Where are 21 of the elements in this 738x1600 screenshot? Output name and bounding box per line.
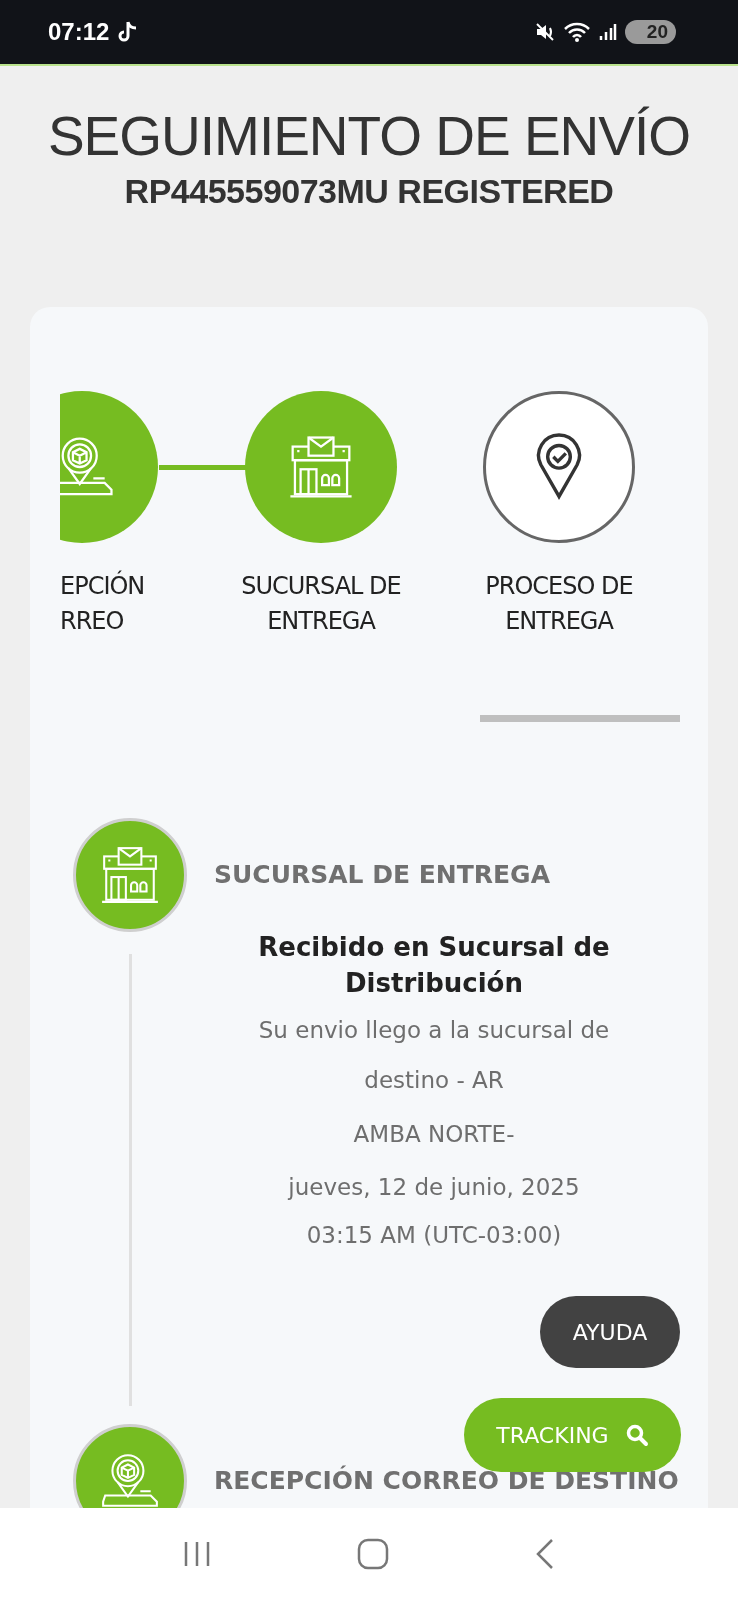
mute-icon [534,22,555,42]
post-office-icon [287,433,355,501]
step-label: PROCESO DE ENTREGA [485,571,633,637]
page-title: SEGUIMIENTO DE ENVÍO [47,104,691,168]
tracking-number: RP445559073MU REGISTERED [124,172,614,211]
event-description: Su envio llego a la sucursal de destino - AR [257,1016,611,1095]
event-date: jueves, 12 de junio, 2025 [286,1173,581,1202]
search-icon [624,1423,649,1447]
wifi-icon [562,21,591,43]
home-icon[interactable] [357,1538,389,1570]
signal-icon [598,22,617,42]
battery-level: 20 [624,20,676,44]
post-office-icon [99,844,161,906]
step-label: EPCIÓN RREO [60,569,146,637]
stage-heading: SUCURSAL DE ENTREGA [214,860,551,889]
event-location: AMBA NORTE- [352,1120,516,1149]
help-button[interactable]: AYUDA [540,1296,680,1368]
event-time: 03:15 AM (UTC-03:00) [305,1221,563,1250]
step-label: SUCURSAL DE ENTREGA [241,571,401,637]
event-title: Recibido en Sucursal de Distribución [257,931,611,1000]
clock-time: 07:12 [48,18,110,46]
